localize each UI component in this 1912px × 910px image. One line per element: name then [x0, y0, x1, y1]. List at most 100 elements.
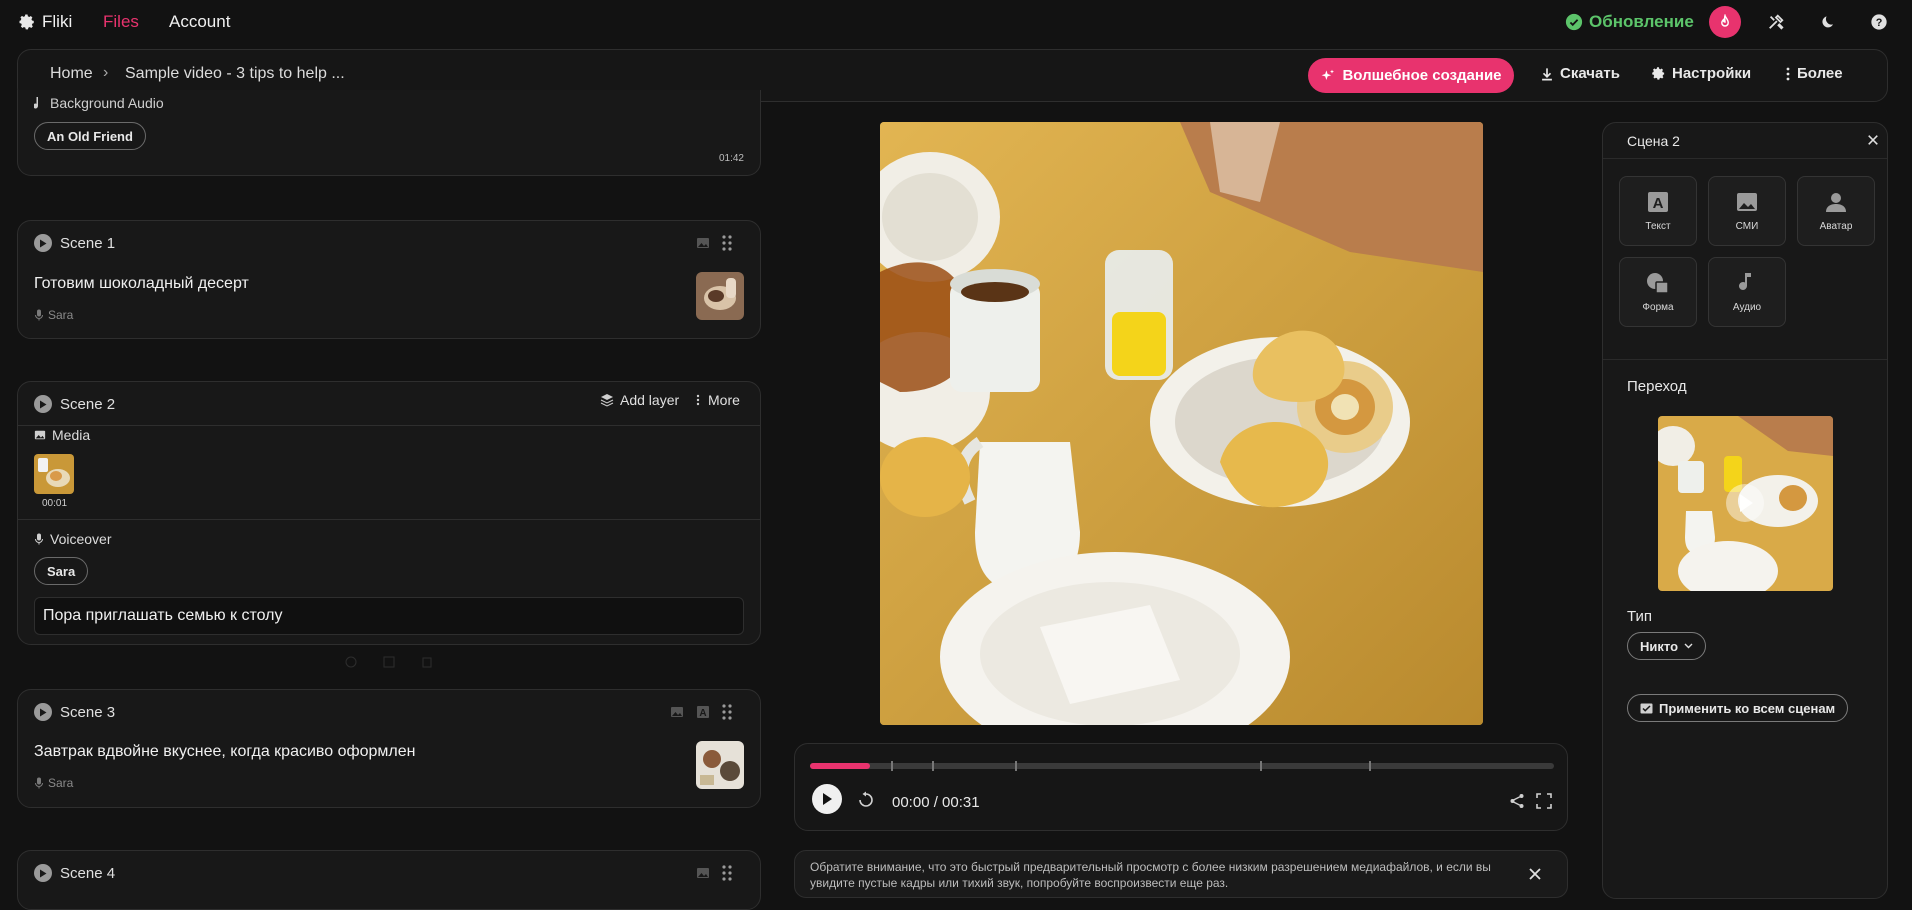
scene-3-title: Scene 3 — [60, 703, 116, 721]
add-layer-button[interactable]: Add layer — [600, 392, 679, 408]
drag-handle-icon[interactable] — [722, 235, 732, 251]
sparkle-icon — [1320, 68, 1336, 84]
timeline-track[interactable] — [810, 761, 1554, 771]
share-button[interactable] — [1509, 793, 1525, 809]
apply-all-icon — [1640, 703, 1653, 714]
scene-1-thumbnail[interactable] — [696, 272, 744, 320]
scene-1-actions — [696, 235, 732, 251]
play-button[interactable] — [812, 784, 842, 814]
text-layer-icon[interactable]: A — [696, 705, 710, 719]
scene-1-text[interactable]: Готовим шоколадный десерт — [34, 275, 249, 293]
breadcrumb-separator: › — [103, 64, 109, 81]
section-divider — [18, 519, 760, 520]
audio-track-chip[interactable]: An Old Friend — [34, 122, 146, 150]
scene-1-voice-name: Sara — [48, 308, 74, 322]
player-controls: 00:00 / 00:31 — [794, 743, 1568, 831]
image-layer-icon[interactable] — [696, 866, 710, 880]
voiceover-text-input[interactable]: Пора приглашать семью к столу — [34, 597, 744, 635]
flame-icon — [1717, 14, 1733, 30]
scene-2-media-thumbnail[interactable] — [34, 454, 74, 494]
scene-play-icon[interactable] — [34, 234, 52, 252]
brand-logo[interactable]: Fliki — [18, 12, 72, 32]
magic-create-button[interactable]: Волшебное создание — [1308, 58, 1514, 93]
image-layer-icon[interactable] — [670, 705, 684, 719]
more-button[interactable]: Более — [1785, 65, 1843, 82]
transition-preview[interactable] — [1658, 416, 1833, 591]
voice-chip[interactable]: Sara — [34, 557, 89, 585]
voiceover-label: Voiceover — [50, 531, 112, 547]
panel-title: Сцена 2 — [1627, 133, 1680, 149]
video-preview[interactable] — [880, 122, 1483, 725]
delete-icon[interactable] — [420, 655, 434, 669]
scene-4-actions — [696, 865, 732, 881]
apply-to-all-label: Применить ко всем сценам — [1659, 700, 1836, 716]
chevron-down-icon — [1684, 643, 1693, 649]
panel-divider — [1603, 359, 1887, 360]
scene-marker[interactable] — [932, 761, 934, 771]
breadcrumb-current[interactable]: Sample video - 3 tips to help ... — [125, 65, 345, 83]
transition-type-value: Никто — [1640, 638, 1679, 654]
mic-icon — [34, 533, 44, 545]
mic-icon — [34, 777, 44, 789]
top-nav: Fliki Files Account Обновление ? — [0, 0, 1912, 44]
media-section-header: Media — [34, 427, 90, 443]
tool-avatar[interactable]: Аватар — [1797, 176, 1875, 246]
settings-button[interactable]: Настройки — [1651, 65, 1751, 82]
tools-button[interactable] — [1760, 6, 1792, 38]
brand-name: Fliki — [42, 12, 73, 31]
scene-card-1[interactable]: Scene 1 Готовим шоколадный десерт Sara — [17, 220, 761, 339]
svg-text:A: A — [1653, 195, 1664, 212]
panel-close-button[interactable] — [1867, 134, 1879, 146]
scene-marker[interactable] — [891, 761, 893, 771]
tool-audio[interactable]: Аудио — [1708, 257, 1786, 327]
credits-button[interactable] — [1709, 6, 1741, 38]
tool-avatar-label: Аватар — [1819, 220, 1853, 232]
duplicate-icon[interactable] — [382, 655, 396, 669]
add-layer-label: Add layer — [620, 392, 680, 408]
nav-account[interactable]: Account — [169, 12, 230, 32]
scene-play-icon[interactable] — [34, 864, 52, 882]
tool-text-label: Текст — [1645, 220, 1671, 232]
share-icon — [1509, 793, 1525, 809]
scene-insert-actions — [344, 655, 434, 669]
scene-more-button[interactable]: More — [696, 392, 740, 408]
apply-to-all-button[interactable]: Применить ко всем сценам — [1627, 694, 1849, 722]
background-audio-label: Background Audio — [50, 95, 164, 111]
fullscreen-button[interactable] — [1536, 793, 1552, 809]
help-button[interactable]: ? — [1863, 6, 1895, 38]
tool-text[interactable]: A Текст — [1619, 176, 1697, 246]
refresh-icon[interactable] — [344, 655, 358, 669]
play-icon — [821, 792, 833, 806]
media-time: 00:01 — [42, 498, 68, 509]
scene-1-voice: Sara — [34, 308, 73, 322]
scene-marker[interactable] — [1260, 761, 1262, 771]
scene-play-icon[interactable] — [34, 703, 52, 721]
dark-mode-toggle[interactable] — [1813, 6, 1845, 38]
music-note-icon — [34, 96, 44, 110]
scene-3-text[interactable]: Завтрак вдвойне вкуснее, когда красиво о… — [34, 743, 416, 761]
image-layer-icon[interactable] — [696, 236, 710, 250]
scene-marker[interactable] — [1369, 761, 1371, 771]
drag-handle-icon[interactable] — [722, 704, 732, 720]
scene-marker[interactable] — [1015, 761, 1017, 771]
tool-media[interactable]: СМИ — [1708, 176, 1786, 246]
breadcrumb-home[interactable]: Home — [50, 65, 93, 83]
check-badge-icon — [1565, 13, 1583, 31]
replay-button[interactable] — [857, 791, 875, 809]
scene-play-icon[interactable] — [34, 395, 52, 413]
svg-text:?: ? — [1876, 17, 1883, 29]
time-readout: 00:00 / 00:31 — [892, 794, 980, 811]
replay-icon — [857, 791, 875, 809]
update-link[interactable]: Обновление — [1565, 12, 1694, 32]
drag-handle-icon[interactable] — [722, 865, 732, 881]
scene-3-voice-name: Sara — [48, 776, 74, 790]
scene-card-3[interactable]: Scene 3 A Завтрак вдвойне вкуснее, когда… — [17, 689, 761, 808]
scene-card-2[interactable]: Scene 2 Add layer More Media 00:01 Voice… — [17, 381, 761, 645]
scene-3-thumbnail[interactable] — [696, 741, 744, 789]
notice-close-button[interactable] — [1528, 867, 1542, 881]
tool-shape[interactable]: Форма — [1619, 257, 1697, 327]
nav-files[interactable]: Files — [103, 12, 139, 32]
scene-card-4[interactable]: Scene 4 — [17, 850, 761, 910]
transition-type-select[interactable]: Никто — [1627, 632, 1707, 660]
download-button[interactable]: Скачать — [1540, 65, 1620, 82]
